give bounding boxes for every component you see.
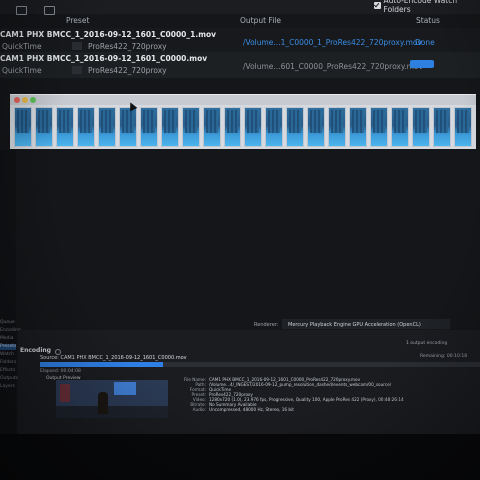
duplicate-icon[interactable]	[44, 6, 55, 15]
status-column-header[interactable]: Status	[416, 16, 440, 25]
frame-thumbnail	[328, 107, 347, 147]
frame-thumbnail	[265, 107, 284, 147]
queue-preset[interactable]: ProRes422_720proxy	[88, 42, 167, 51]
queue-format[interactable]: QuickTime	[2, 42, 42, 51]
media-encoder-window: Auto-Encode Watch Folders Preset Output …	[0, 0, 480, 480]
encoding-elapsed: Elapsed: 00:04:08	[40, 369, 81, 374]
preview-person	[98, 392, 108, 414]
sidebar-item[interactable]: Folders	[0, 360, 16, 365]
renderer-label: Renderer:	[254, 322, 279, 328]
zoom-icon[interactable]	[30, 97, 36, 103]
sidebar-item[interactable]: Media	[0, 336, 16, 341]
output-column-header[interactable]: Output File	[240, 16, 281, 25]
auto-encode-toggle[interactable]: Auto-Encode Watch Folders	[374, 0, 480, 14]
queue-format[interactable]: QuickTime	[2, 66, 42, 75]
frame-thumbnail	[244, 107, 263, 147]
add-source-icon[interactable]	[16, 6, 27, 15]
queue-row[interactable]: CAM1 PHX BMCC_1_2016-09-12_1601_C0000.mo…	[0, 52, 480, 78]
frame-thumbnail	[454, 107, 472, 147]
encoding-remaining: Remaining: 00:10:18	[420, 354, 468, 359]
frame-thumbnail	[286, 107, 305, 147]
frame-strip-window[interactable]	[10, 94, 476, 149]
frame-thumbnail	[223, 107, 242, 147]
frame-strip-titlebar[interactable]	[10, 95, 476, 105]
sidebar-item[interactable]: Layers	[0, 384, 16, 389]
preset-swatch	[72, 66, 82, 74]
frame-thumbnail	[307, 107, 326, 147]
sidebar-item[interactable]: Watch	[0, 352, 16, 357]
sidebar-item[interactable]: Presets	[0, 344, 16, 350]
preset-swatch	[72, 42, 82, 50]
output-preview-image	[56, 380, 168, 418]
close-icon[interactable]	[14, 97, 20, 103]
frame-thumbnail	[349, 107, 368, 147]
queue-toolbar: Auto-Encode Watch Folders	[0, 0, 480, 15]
encoding-source: Source: CAM1 PHX BMCC_1_2016-09-12_1601_…	[40, 355, 187, 361]
auto-encode-label: Auto-Encode Watch Folders	[383, 0, 458, 14]
encoding-progress-fill	[40, 362, 164, 367]
metadata-key: Audio:	[192, 407, 206, 412]
sidebar-item[interactable]: Encoding	[0, 328, 21, 333]
left-sidebar: Queue Encoding Media Presets Watch Folders Eff…	[0, 150, 21, 440]
renderer-value[interactable]: Mercury Playback Engine GPU Acceleration…	[288, 322, 421, 328]
frame-thumbnail	[412, 107, 431, 147]
frame-thumbnail	[34, 107, 53, 147]
queue-output-link[interactable]: /Volume...1_C0000_1_ProRes422_720proxy.m…	[243, 38, 422, 47]
frame-thumbnail	[76, 107, 95, 147]
metadata-value: /Volume...4/_INGEST/2016-09-12_pump_reso…	[209, 382, 392, 387]
metadata-value: Uncompressed, 48000 Hz, Stereo, 16 bit	[209, 407, 294, 412]
preview-screen	[114, 382, 136, 395]
queue-status: Done	[415, 38, 435, 47]
encoding-title: Encoding	[20, 347, 51, 354]
frame-thumbnail	[202, 107, 221, 147]
monitor-bezel	[0, 434, 480, 480]
frame-strip	[14, 107, 472, 147]
sidebar-item[interactable]: Effects	[0, 368, 16, 373]
encoding-progress-bar	[40, 362, 480, 367]
sidebar-item[interactable]: Queue	[0, 320, 16, 325]
queue-preset[interactable]: ProRes422_720proxy	[88, 66, 167, 75]
frame-thumbnail	[391, 107, 410, 147]
frame-thumbnail	[370, 107, 389, 147]
frame-thumbnail	[139, 107, 158, 147]
queue-output-link[interactable]: /Volume...601_C0000_ProRes422_720proxy.m…	[243, 62, 423, 71]
preview-banner	[60, 384, 70, 402]
frame-thumbnail	[160, 107, 179, 147]
queue-source-name: CAM1 PHX BMCC_1_2016-09-12_1601_C0000_1.…	[0, 30, 217, 39]
encoding-count: 1 output encoding	[406, 341, 448, 346]
frame-thumbnail	[14, 107, 32, 147]
preview-stage	[56, 406, 168, 418]
frame-thumbnail	[97, 107, 116, 147]
queue-source-name: CAM1 PHX BMCC_1_2016-09-12_1601_C0000.mo…	[0, 54, 208, 63]
queue-row[interactable]: CAM1 PHX BMCC_1_2016-09-12_1601_C0000_1.…	[0, 28, 480, 54]
frame-thumbnail	[118, 107, 137, 147]
frame-thumbnail	[181, 107, 200, 147]
frame-thumbnail	[55, 107, 74, 147]
auto-encode-checkbox[interactable]	[374, 1, 381, 9]
frame-thumbnail	[433, 107, 452, 147]
queue-status-progress	[410, 60, 434, 68]
preset-column-header[interactable]: Preset	[66, 16, 89, 25]
sidebar-item[interactable]: Outputs	[0, 376, 18, 381]
minimize-icon[interactable]	[22, 97, 28, 103]
